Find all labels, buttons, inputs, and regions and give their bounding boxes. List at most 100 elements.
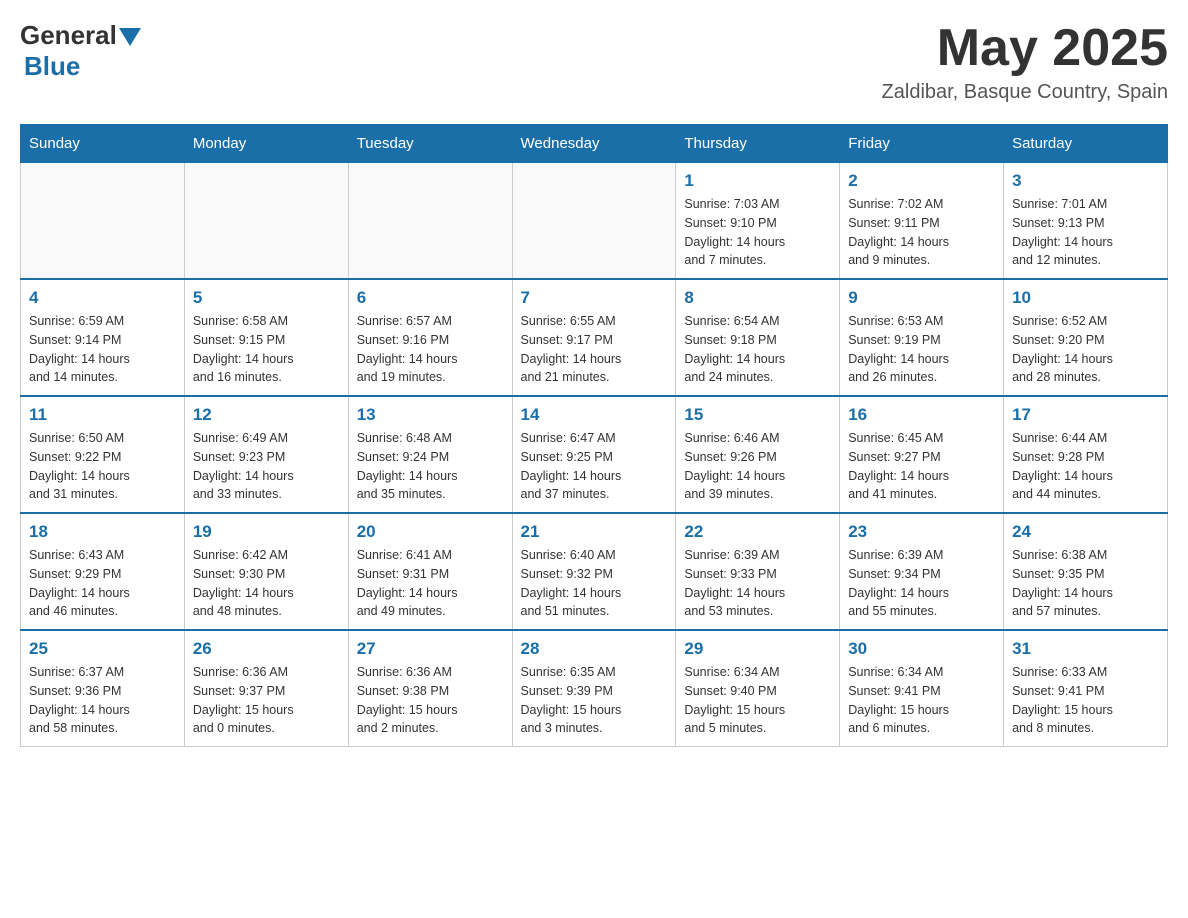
day-info: Sunrise: 6:36 AM Sunset: 9:37 PM Dayligh… — [193, 663, 340, 738]
day-info: Sunrise: 6:34 AM Sunset: 9:40 PM Dayligh… — [684, 663, 831, 738]
week-row-1: 1 Sunrise: 7:03 AM Sunset: 9:10 PM Daylig… — [21, 163, 1168, 280]
col-wednesday: Wednesday — [512, 125, 676, 163]
day-number: 2 — [848, 171, 995, 191]
col-thursday: Thursday — [676, 125, 840, 163]
calendar-cell: 7 Sunrise: 6:55 AM Sunset: 9:17 PM Daylig… — [512, 279, 676, 396]
calendar-cell: 4Sunrise: 6:59 AM Sunset: 9:14 PM Daylig… — [21, 279, 185, 396]
day-number: 22 — [684, 522, 831, 542]
calendar-cell: 11 Sunrise: 6:50 AM Sunset: 9:22 PM Dayli… — [21, 396, 185, 513]
day-info: Sunrise: 6:54 AM Sunset: 9:18 PM Dayligh… — [684, 312, 831, 387]
day-info: Sunrise: 6:34 AM Sunset: 9:41 PM Dayligh… — [848, 663, 995, 738]
day-number: 31 — [1012, 639, 1159, 659]
day-number: 27 — [357, 639, 504, 659]
day-info: Sunrise: 6:47 AM Sunset: 9:25 PM Dayligh… — [521, 429, 668, 504]
logo: General Blue — [20, 20, 141, 82]
calendar-cell: 10 Sunrise: 6:52 AM Sunset: 9:20 PM Dayli… — [1004, 279, 1168, 396]
day-info: Sunrise: 6:58 AM Sunset: 9:15 PM Dayligh… — [193, 312, 340, 387]
week-row-4: 18Sunrise: 6:43 AM Sunset: 9:29 PM Dayli… — [21, 513, 1168, 630]
day-info: Sunrise: 6:36 AM Sunset: 9:38 PM Dayligh… — [357, 663, 504, 738]
day-number: 1 — [684, 171, 831, 191]
calendar-cell: 21 Sunrise: 6:40 AM Sunset: 9:32 PM Dayli… — [512, 513, 676, 630]
day-number: 3 — [1012, 171, 1159, 191]
day-info: Sunrise: 6:39 AM Sunset: 9:34 PM Dayligh… — [848, 546, 995, 621]
col-tuesday: Tuesday — [348, 125, 512, 163]
day-info: Sunrise: 6:57 AM Sunset: 9:16 PM Dayligh… — [357, 312, 504, 387]
day-info: Sunrise: 6:37 AM Sunset: 9:36 PM Dayligh… — [29, 663, 176, 738]
calendar-cell: 22Sunrise: 6:39 AM Sunset: 9:33 PM Dayli… — [676, 513, 840, 630]
day-info: Sunrise: 6:38 AM Sunset: 9:35 PM Dayligh… — [1012, 546, 1159, 621]
day-number: 15 — [684, 405, 831, 425]
calendar-cell: 12Sunrise: 6:49 AM Sunset: 9:23 PM Dayli… — [184, 396, 348, 513]
calendar-cell: 14 Sunrise: 6:47 AM Sunset: 9:25 PM Dayli… — [512, 396, 676, 513]
day-number: 10 — [1012, 288, 1159, 308]
month-title: May 2025 — [882, 20, 1168, 77]
calendar-cell: 25 Sunrise: 6:37 AM Sunset: 9:36 PM Dayli… — [21, 630, 185, 747]
day-info: Sunrise: 6:50 AM Sunset: 9:22 PM Dayligh… — [29, 429, 176, 504]
calendar-cell: 8 Sunrise: 6:54 AM Sunset: 9:18 PM Daylig… — [676, 279, 840, 396]
logo-blue-text: Blue — [24, 51, 80, 82]
day-info: Sunrise: 7:02 AM Sunset: 9:11 PM Dayligh… — [848, 195, 995, 270]
day-number: 14 — [521, 405, 668, 425]
day-number: 30 — [848, 639, 995, 659]
calendar-cell: 5 Sunrise: 6:58 AM Sunset: 9:15 PM Daylig… — [184, 279, 348, 396]
week-row-3: 11 Sunrise: 6:50 AM Sunset: 9:22 PM Dayli… — [21, 396, 1168, 513]
day-info: Sunrise: 6:59 AM Sunset: 9:14 PM Dayligh… — [29, 312, 176, 387]
day-info: Sunrise: 7:03 AM Sunset: 9:10 PM Dayligh… — [684, 195, 831, 270]
day-info: Sunrise: 6:40 AM Sunset: 9:32 PM Dayligh… — [521, 546, 668, 621]
calendar-cell — [512, 163, 676, 280]
day-info: Sunrise: 6:43 AM Sunset: 9:29 PM Dayligh… — [29, 546, 176, 621]
calendar-cell: 17Sunrise: 6:44 AM Sunset: 9:28 PM Dayli… — [1004, 396, 1168, 513]
day-info: Sunrise: 6:41 AM Sunset: 9:31 PM Dayligh… — [357, 546, 504, 621]
day-number: 11 — [29, 405, 176, 425]
calendar-cell: 3 Sunrise: 7:01 AM Sunset: 9:13 PM Daylig… — [1004, 163, 1168, 280]
day-info: Sunrise: 6:52 AM Sunset: 9:20 PM Dayligh… — [1012, 312, 1159, 387]
col-monday: Monday — [184, 125, 348, 163]
calendar-cell — [348, 163, 512, 280]
day-info: Sunrise: 6:42 AM Sunset: 9:30 PM Dayligh… — [193, 546, 340, 621]
calendar-cell: 26Sunrise: 6:36 AM Sunset: 9:37 PM Dayli… — [184, 630, 348, 747]
day-number: 5 — [193, 288, 340, 308]
day-number: 28 — [521, 639, 668, 659]
day-number: 12 — [193, 405, 340, 425]
page-header: General Blue May 2025 Zaldibar, Basque C… — [20, 20, 1168, 104]
calendar-cell: 2 Sunrise: 7:02 AM Sunset: 9:11 PM Daylig… — [840, 163, 1004, 280]
calendar-cell: 13 Sunrise: 6:48 AM Sunset: 9:24 PM Dayli… — [348, 396, 512, 513]
day-number: 25 — [29, 639, 176, 659]
week-row-5: 25 Sunrise: 6:37 AM Sunset: 9:36 PM Dayli… — [21, 630, 1168, 747]
col-sunday: Sunday — [21, 125, 185, 163]
day-info: Sunrise: 6:48 AM Sunset: 9:24 PM Dayligh… — [357, 429, 504, 504]
day-number: 23 — [848, 522, 995, 542]
week-row-2: 4Sunrise: 6:59 AM Sunset: 9:14 PM Daylig… — [21, 279, 1168, 396]
calendar-cell — [21, 163, 185, 280]
calendar-cell: 18Sunrise: 6:43 AM Sunset: 9:29 PM Dayli… — [21, 513, 185, 630]
day-number: 8 — [684, 288, 831, 308]
calendar-cell: 24 Sunrise: 6:38 AM Sunset: 9:35 PM Dayli… — [1004, 513, 1168, 630]
calendar-cell: 28Sunrise: 6:35 AM Sunset: 9:39 PM Dayli… — [512, 630, 676, 747]
calendar-cell: 20 Sunrise: 6:41 AM Sunset: 9:31 PM Dayli… — [348, 513, 512, 630]
day-number: 21 — [521, 522, 668, 542]
title-section: May 2025 Zaldibar, Basque Country, Spain — [882, 20, 1168, 104]
day-info: Sunrise: 7:01 AM Sunset: 9:13 PM Dayligh… — [1012, 195, 1159, 270]
calendar-cell: 31 Sunrise: 6:33 AM Sunset: 9:41 PM Dayli… — [1004, 630, 1168, 747]
day-info: Sunrise: 6:55 AM Sunset: 9:17 PM Dayligh… — [521, 312, 668, 387]
calendar-cell: 23 Sunrise: 6:39 AM Sunset: 9:34 PM Dayli… — [840, 513, 1004, 630]
calendar-cell: 1 Sunrise: 7:03 AM Sunset: 9:10 PM Daylig… — [676, 163, 840, 280]
day-info: Sunrise: 6:53 AM Sunset: 9:19 PM Dayligh… — [848, 312, 995, 387]
day-info: Sunrise: 6:45 AM Sunset: 9:27 PM Dayligh… — [848, 429, 995, 504]
day-number: 24 — [1012, 522, 1159, 542]
calendar-cell: 29Sunrise: 6:34 AM Sunset: 9:40 PM Dayli… — [676, 630, 840, 747]
logo-general-text: General — [20, 20, 117, 51]
calendar-table: Sunday Monday Tuesday Wednesday Thursday… — [20, 124, 1168, 747]
day-number: 13 — [357, 405, 504, 425]
day-number: 20 — [357, 522, 504, 542]
day-info: Sunrise: 6:33 AM Sunset: 9:41 PM Dayligh… — [1012, 663, 1159, 738]
day-number: 9 — [848, 288, 995, 308]
day-number: 7 — [521, 288, 668, 308]
col-friday: Friday — [840, 125, 1004, 163]
calendar-cell: 15 Sunrise: 6:46 AM Sunset: 9:26 PM Dayli… — [676, 396, 840, 513]
day-info: Sunrise: 6:46 AM Sunset: 9:26 PM Dayligh… — [684, 429, 831, 504]
day-number: 19 — [193, 522, 340, 542]
calendar-header-row: Sunday Monday Tuesday Wednesday Thursday… — [21, 125, 1168, 163]
calendar-cell: 27 Sunrise: 6:36 AM Sunset: 9:38 PM Dayli… — [348, 630, 512, 747]
day-number: 16 — [848, 405, 995, 425]
